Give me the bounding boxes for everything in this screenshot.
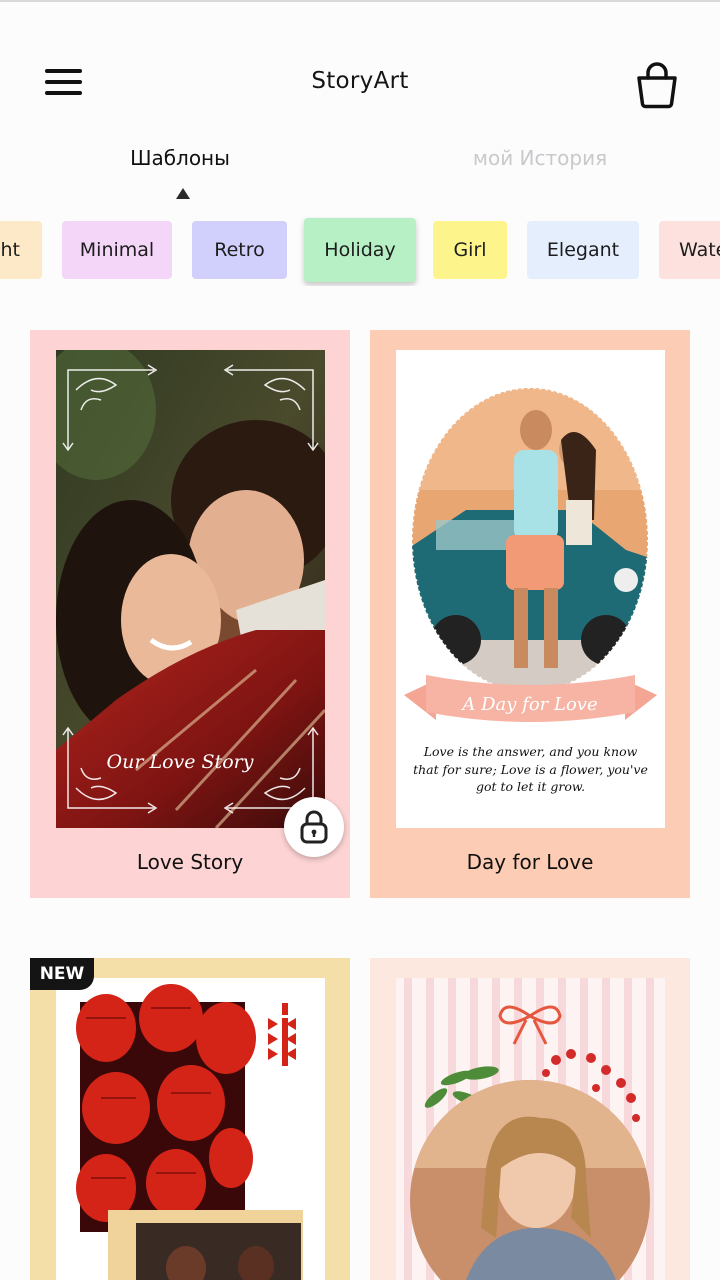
- status-divider: [0, 0, 720, 2]
- overlay-text: Our Love Story: [107, 751, 254, 773]
- active-tab-indicator: [176, 188, 190, 199]
- app-title: StoryArt: [311, 68, 409, 94]
- ribbon-text: A Day for Love: [460, 694, 597, 715]
- tab-bar: Шаблоны мой История: [0, 140, 720, 200]
- lock-icon[interactable]: [284, 797, 344, 857]
- category-chip-bar: Light Minimal Retro Holiday Girl Elegant…: [0, 216, 720, 286]
- category-chip-girl[interactable]: Girl: [433, 221, 507, 279]
- category-chip-light[interactable]: Light: [0, 221, 42, 279]
- template-preview-photo: Our Love Story: [56, 350, 325, 828]
- tab-templates[interactable]: Шаблоны: [60, 146, 300, 170]
- template-title: Day for Love: [466, 850, 594, 874]
- category-chip-retro[interactable]: Retro: [192, 221, 287, 279]
- category-chip-holiday[interactable]: Holiday: [304, 218, 416, 282]
- new-badge: NEW: [30, 958, 94, 990]
- template-preview-photo: A Day for Love Love is the answer, and y…: [396, 350, 665, 828]
- template-card-day-for-love[interactable]: A Day for Love Love is the answer, and y…: [370, 330, 690, 898]
- template-card-lanterns[interactable]: [30, 958, 350, 1280]
- category-chip-minimal[interactable]: Minimal: [62, 221, 172, 279]
- template-quote: Love is the answer, and you know that fo…: [413, 744, 648, 794]
- template-card-portrait[interactable]: [370, 958, 690, 1280]
- template-preview-photo: [56, 978, 325, 1280]
- tab-my-stories[interactable]: мой История: [420, 146, 660, 170]
- shopping-bag-icon[interactable]: [634, 60, 680, 110]
- template-preview-photo: [396, 978, 665, 1280]
- app-header: StoryArt: [0, 40, 720, 130]
- category-chip-watercolor[interactable]: Watercolor: [659, 221, 720, 279]
- category-chip-elegant[interactable]: Elegant: [527, 221, 639, 279]
